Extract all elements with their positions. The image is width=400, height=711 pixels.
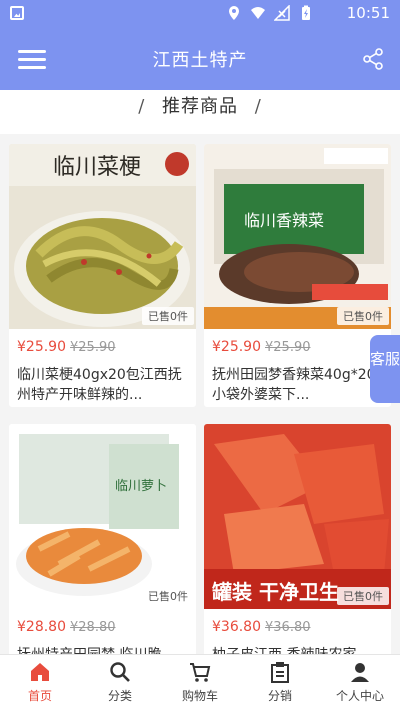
product-price: ¥25.90: [17, 339, 66, 355]
tab-label: 分销: [267, 689, 292, 703]
home-icon: [31, 663, 49, 681]
product-original-price: ¥28.80: [70, 620, 116, 635]
price-row: ¥36.80 ¥36.80: [204, 609, 391, 639]
product-image[interactable]: 临川萝卜 已售0件: [9, 424, 196, 609]
product-image-art: 临川香辣菜: [204, 144, 391, 329]
section-slash-left: /: [138, 96, 146, 117]
document-icon: [271, 662, 289, 683]
battery-icon: [302, 5, 310, 20]
product-image-art: 临川萝卜: [9, 424, 196, 609]
product-title[interactable]: 临川菜梗40gx20包江西抚州特产开味鲜辣的...: [9, 359, 196, 407]
tab-home[interactable]: 首页: [0, 655, 80, 711]
section-slash-right: /: [254, 96, 262, 117]
tab-label: 分类: [107, 689, 132, 703]
tab-category[interactable]: 分类: [80, 655, 160, 711]
status-time: 10:51: [346, 4, 390, 22]
product-card[interactable]: 临川萝卜 已售0件 ¥28.80 ¥28.80 抚州特产田园梦 临川脆...: [9, 424, 196, 687]
product-price: ¥36.80: [212, 619, 261, 635]
product-card[interactable]: 临川菜梗 已售0件 ¥25.90 ¥25.90 临川菜梗40gx20包江西抚州特…: [9, 144, 196, 407]
product-image[interactable]: 临川菜梗 已售0件: [9, 144, 196, 329]
product-image-text: 临川萝卜: [115, 479, 167, 494]
price-row: ¥28.80 ¥28.80: [9, 609, 196, 639]
search-icon: [110, 662, 130, 682]
product-original-price: ¥25.90: [265, 340, 311, 355]
tab-label: 首页: [27, 689, 52, 703]
section-header: / 推荐商品 /: [0, 90, 400, 134]
customer-service-button[interactable]: 客服: [370, 335, 400, 403]
product-title[interactable]: 抚州田园梦香辣菜40g*20小袋外婆菜下...: [204, 359, 391, 407]
sold-count: 已售0件: [142, 587, 194, 605]
tab-profile[interactable]: 个人中心: [320, 655, 400, 711]
status-bar: 10:51: [0, 0, 400, 28]
page-title: 江西土特产: [152, 50, 248, 71]
sold-count: 已售0件: [142, 307, 194, 325]
product-price: ¥28.80: [17, 619, 66, 635]
product-image-art: 罐装 干净卫生: [204, 424, 391, 609]
product-price: ¥25.90: [212, 339, 261, 355]
tab-label: 购物车: [181, 689, 218, 703]
product-image-text: 临川菜梗: [53, 155, 141, 180]
cart-icon: [190, 663, 211, 682]
product-original-price: ¥25.90: [70, 340, 116, 355]
wifi-icon: [251, 7, 265, 19]
product-image-text: 临川香辣菜: [244, 211, 324, 230]
product-image-art: 临川菜梗: [9, 144, 196, 329]
bottom-tab-bar: 首页 分类 购物车 分销 个人中心: [0, 654, 400, 711]
user-icon: [351, 663, 369, 682]
price-row: ¥25.90 ¥25.90: [204, 329, 391, 359]
share-icon[interactable]: [362, 48, 384, 70]
product-card[interactable]: 临川香辣菜 已售0件 ¥25.90 ¥25.90 抚州田园梦香辣菜40g*20小…: [204, 144, 391, 407]
signal-icon: [274, 5, 290, 21]
tab-cart[interactable]: 购物车: [160, 655, 240, 711]
gallery-icon: [10, 6, 24, 20]
price-row: ¥25.90 ¥25.90: [9, 329, 196, 359]
location-icon: [229, 6, 239, 20]
product-original-price: ¥36.80: [265, 620, 311, 635]
section-title: 推荐商品: [162, 96, 238, 117]
sold-count: 已售0件: [337, 307, 389, 325]
product-image[interactable]: 临川香辣菜 已售0件: [204, 144, 391, 329]
product-image-text: 罐装 干净卫生: [211, 580, 339, 604]
sold-count: 已售0件: [337, 587, 389, 605]
tab-label: 个人中心: [335, 689, 384, 703]
tab-distribution[interactable]: 分销: [240, 655, 320, 711]
status-icons: [226, 5, 314, 21]
product-card[interactable]: 罐装 干净卫生 已售0件 ¥36.80 ¥36.80 柚子皮江西 香辣味农家..…: [204, 424, 391, 687]
app-header: 江西土特产: [0, 28, 400, 90]
product-image[interactable]: 罐装 干净卫生 已售0件: [204, 424, 391, 609]
